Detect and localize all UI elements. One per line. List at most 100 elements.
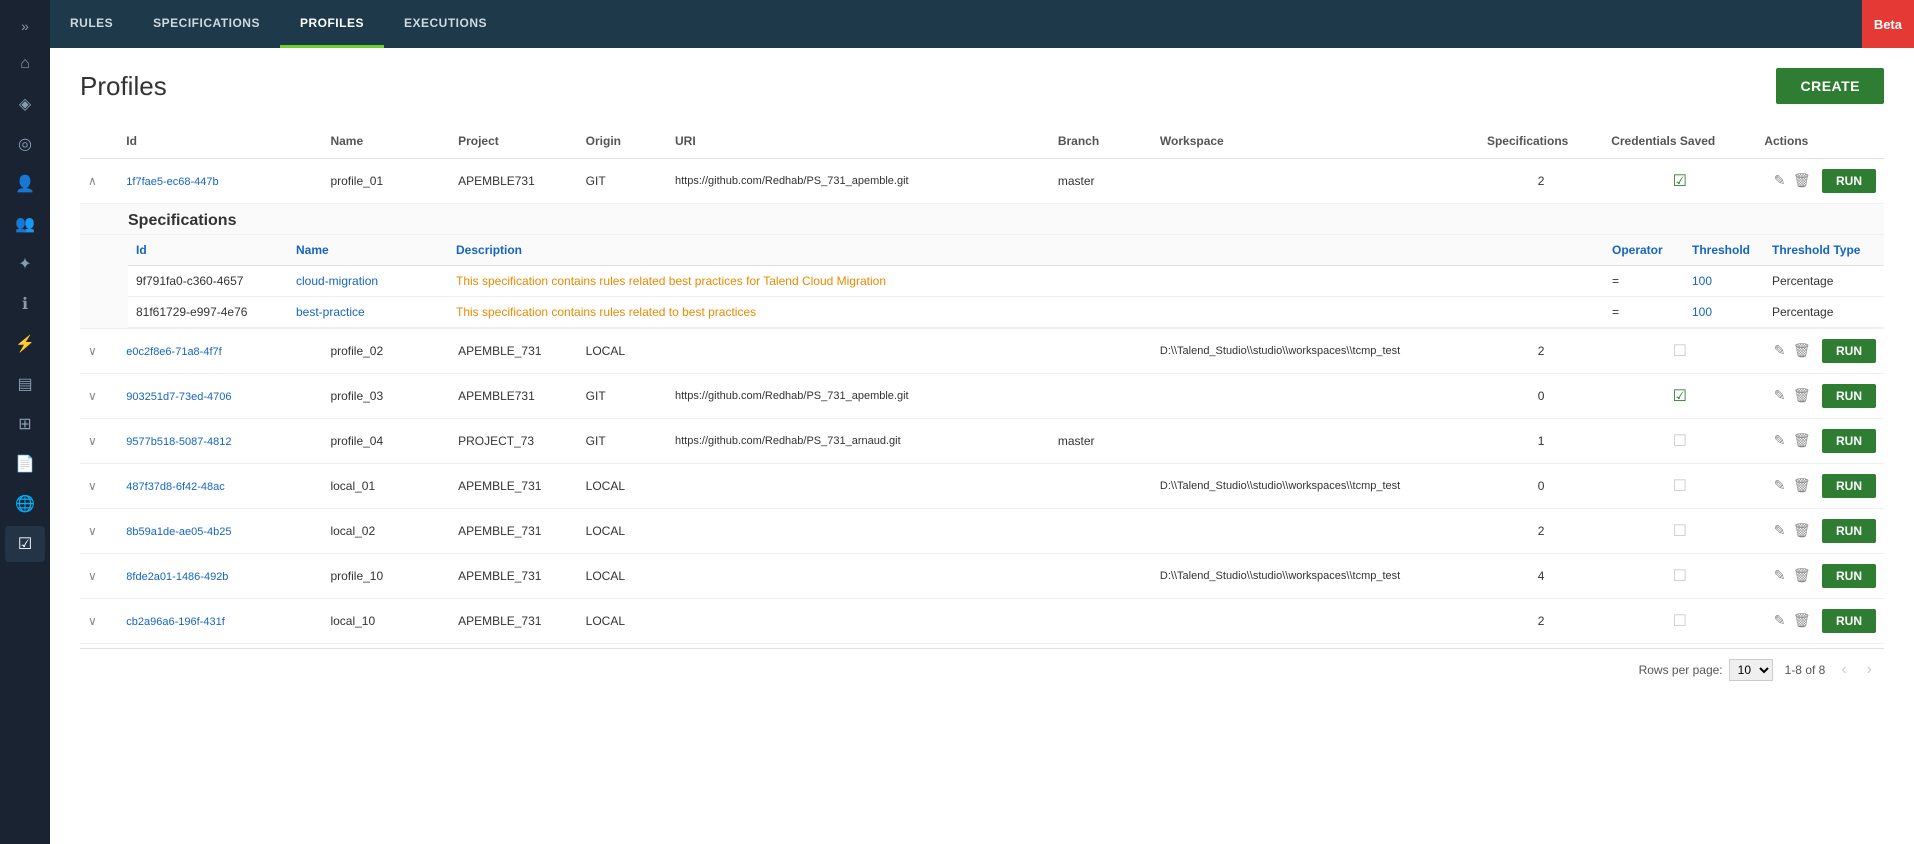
- rows-per-page-select[interactable]: 10 25 50: [1729, 659, 1773, 681]
- edit-icon[interactable]: ✎: [1774, 612, 1786, 628]
- profile-specifications: 2: [1479, 159, 1603, 204]
- table-row: ∨ 9577b518-5087-4812 profile_04 PROJECT_…: [80, 419, 1884, 464]
- sidebar-grid[interactable]: ⊞: [5, 406, 45, 442]
- delete-icon[interactable]: 🗑: [1793, 387, 1811, 403]
- sidebar-tools[interactable]: ✦: [5, 246, 45, 282]
- delete-icon[interactable]: 🗑: [1793, 477, 1811, 493]
- create-button[interactable]: CREATE: [1776, 68, 1884, 104]
- profile-actions: ✎ 🗑 RUN: [1756, 554, 1884, 599]
- delete-icon[interactable]: 🗑: [1793, 567, 1811, 583]
- th-workspace: Workspace: [1152, 124, 1479, 159]
- profile-project: APEMBLE_731: [450, 554, 578, 599]
- expand-toggle[interactable]: ∨: [88, 479, 101, 493]
- sidebar-expand-icon[interactable]: »: [13, 10, 37, 42]
- profile-specifications: 2: [1479, 509, 1603, 554]
- spec-name[interactable]: best-practice: [296, 305, 365, 319]
- run-button[interactable]: RUN: [1822, 519, 1876, 543]
- profile-project: APEMBLE731: [450, 159, 578, 204]
- next-page-button[interactable]: ›: [1863, 661, 1876, 679]
- run-button[interactable]: RUN: [1822, 169, 1876, 193]
- nav-specifications[interactable]: SPECIFICATIONS: [133, 0, 280, 48]
- nav-profiles[interactable]: PROFILES: [280, 0, 384, 48]
- expand-toggle[interactable]: ∨: [88, 344, 101, 358]
- expand-toggle[interactable]: ∨: [88, 569, 101, 583]
- sidebar-circle[interactable]: ◎: [5, 126, 45, 162]
- profile-uri: [667, 509, 1050, 554]
- sidebar: » ⌂ ◈ ◎ 👤 👥 ✦ ℹ ⚡ ▤ ⊞ 📄 🌐 ☑: [0, 0, 50, 844]
- profile-name: profile_02: [322, 329, 450, 374]
- spec-th-operator: Operator: [1604, 235, 1684, 266]
- expand-toggle[interactable]: ∧: [88, 174, 101, 188]
- profile-branch: [1050, 464, 1152, 509]
- sidebar-file[interactable]: 📄: [5, 446, 45, 482]
- spec-operator: =: [1604, 297, 1684, 328]
- profile-actions: ✎ 🗑 RUN: [1756, 159, 1884, 204]
- delete-icon[interactable]: 🗑: [1793, 172, 1811, 188]
- sidebar-info[interactable]: ℹ: [5, 286, 45, 322]
- profile-credentials: ☐: [1603, 509, 1756, 554]
- edit-icon[interactable]: ✎: [1774, 342, 1786, 358]
- profile-project: APEMBLE_731: [450, 329, 578, 374]
- prev-page-button[interactable]: ‹: [1837, 661, 1850, 679]
- delete-icon[interactable]: 🗑: [1793, 612, 1811, 628]
- expand-toggle[interactable]: ∨: [88, 524, 101, 538]
- profile-id: 903251d7-73ed-4706: [126, 391, 231, 403]
- edit-icon[interactable]: ✎: [1774, 522, 1786, 538]
- profile-id: 9577b518-5087-4812: [126, 436, 231, 448]
- spec-id: 81f61729-e997-4e76: [128, 297, 288, 328]
- expand-toggle[interactable]: ∨: [88, 434, 101, 448]
- profile-project: APEMBLE_731: [450, 464, 578, 509]
- run-button[interactable]: RUN: [1822, 564, 1876, 588]
- rows-per-page-label: Rows per page:: [1639, 663, 1723, 677]
- sidebar-layers[interactable]: ▤: [5, 366, 45, 402]
- sidebar-tag[interactable]: ◈: [5, 86, 45, 122]
- expand-toggle[interactable]: ∨: [88, 389, 101, 403]
- profile-project: APEMBLE731: [450, 374, 578, 419]
- sidebar-group[interactable]: 👥: [5, 206, 45, 242]
- profile-origin: GIT: [578, 374, 667, 419]
- profile-id: 8fde2a01-1486-492b: [126, 571, 228, 583]
- edit-icon[interactable]: ✎: [1774, 387, 1786, 403]
- profile-id: e0c2f8e6-71a8-4f7f: [126, 346, 221, 358]
- delete-icon[interactable]: 🗑: [1793, 522, 1811, 538]
- table-row: ∨ 8fde2a01-1486-492b profile_10 APEMBLE_…: [80, 554, 1884, 599]
- profile-name: profile_04: [322, 419, 450, 464]
- profile-branch: [1050, 509, 1152, 554]
- spec-threshold: 100: [1692, 274, 1712, 288]
- expand-toggle[interactable]: ∨: [88, 614, 101, 628]
- profile-credentials: ☐: [1603, 599, 1756, 644]
- profile-actions: ✎ 🗑 RUN: [1756, 419, 1884, 464]
- delete-icon[interactable]: 🗑: [1793, 342, 1811, 358]
- sidebar-globe[interactable]: 🌐: [5, 486, 45, 522]
- edit-icon[interactable]: ✎: [1774, 567, 1786, 583]
- profile-workspace: D:\\Talend_Studio\\studio\\workspaces\\t…: [1152, 329, 1479, 374]
- spec-name[interactable]: cloud-migration: [296, 274, 378, 288]
- th-branch: Branch: [1050, 124, 1152, 159]
- sidebar-lightning[interactable]: ⚡: [5, 326, 45, 362]
- th-credentials: Credentials Saved: [1603, 124, 1756, 159]
- edit-icon[interactable]: ✎: [1774, 477, 1786, 493]
- run-button[interactable]: RUN: [1822, 339, 1876, 363]
- spec-threshold: 100: [1692, 305, 1712, 319]
- profile-uri: [667, 599, 1050, 644]
- run-button[interactable]: RUN: [1822, 609, 1876, 633]
- edit-icon[interactable]: ✎: [1774, 172, 1786, 188]
- profile-uri: [667, 464, 1050, 509]
- run-button[interactable]: RUN: [1822, 474, 1876, 498]
- delete-icon[interactable]: 🗑: [1793, 432, 1811, 448]
- run-button[interactable]: RUN: [1822, 429, 1876, 453]
- profile-credentials: ☐: [1603, 464, 1756, 509]
- sidebar-user[interactable]: 👤: [5, 166, 45, 202]
- sidebar-home[interactable]: ⌂: [5, 46, 45, 82]
- run-button[interactable]: RUN: [1822, 384, 1876, 408]
- table-row: ∨ 903251d7-73ed-4706 profile_03 APEMBLE7…: [80, 374, 1884, 419]
- specs-header-row: Specifications: [80, 204, 1884, 235]
- profile-actions: ✎ 🗑 RUN: [1756, 509, 1884, 554]
- specs-sub-table-row: Id Name Description Operator Threshold T…: [80, 235, 1884, 329]
- profile-branch: master: [1050, 419, 1152, 464]
- edit-icon[interactable]: ✎: [1774, 432, 1786, 448]
- nav-rules[interactable]: RULES: [50, 0, 133, 48]
- profile-branch: master: [1050, 159, 1152, 204]
- sidebar-checklist[interactable]: ☑: [5, 526, 45, 562]
- nav-executions[interactable]: EXECUTIONS: [384, 0, 507, 48]
